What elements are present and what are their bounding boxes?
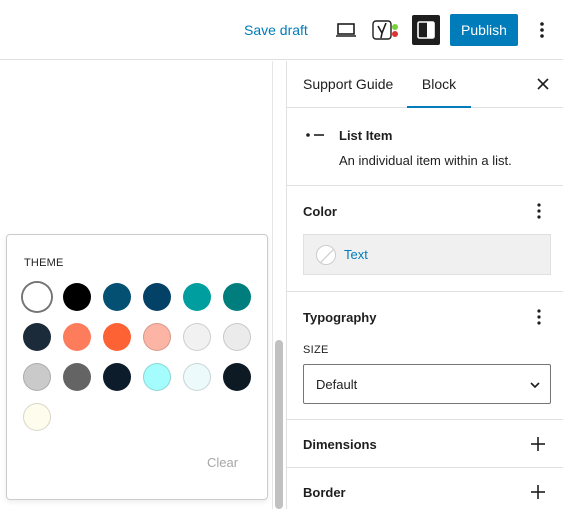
settings-sidebar: Support Guide Block List Item An individ… [286, 61, 563, 509]
size-label: SIZE [303, 344, 329, 356]
palette-heading: THEME [24, 257, 64, 269]
tab-support-guide[interactable]: Support Guide [303, 61, 393, 108]
plus-icon[interactable] [530, 436, 546, 452]
editor-scrollbar-thumb[interactable] [275, 340, 283, 509]
typography-panel-title: Typography [303, 310, 377, 325]
dimensions-panel[interactable]: Dimensions [287, 420, 563, 468]
tab-block[interactable]: Block [407, 61, 471, 108]
color-swatch[interactable] [143, 323, 171, 351]
editor-header: Save draft Publish [0, 0, 563, 60]
color-swatch[interactable] [63, 323, 91, 351]
save-draft-button[interactable]: Save draft [244, 20, 308, 40]
close-icon [537, 78, 549, 90]
border-panel[interactable]: Border [287, 468, 563, 509]
color-swatch[interactable] [143, 283, 171, 311]
settings-sidebar-toggle-button[interactable] [412, 15, 440, 45]
plus-icon[interactable] [530, 484, 546, 500]
color-swatch[interactable] [183, 323, 211, 351]
dimensions-panel-title: Dimensions [303, 437, 377, 452]
color-swatch[interactable] [103, 323, 131, 351]
block-title: List Item [339, 128, 393, 143]
color-panel-title: Color [303, 204, 337, 219]
color-indicator-icon [316, 245, 336, 265]
color-swatch[interactable] [223, 323, 251, 351]
chevron-down-icon [530, 382, 540, 389]
color-swatch[interactable] [23, 403, 51, 431]
more-vertical-icon [537, 309, 541, 325]
sidebar-toggle-icon [417, 21, 435, 39]
typography-options-button[interactable] [531, 307, 547, 327]
color-swatch[interactable] [23, 323, 51, 351]
color-swatch[interactable] [143, 363, 171, 391]
font-size-select[interactable]: Default [303, 364, 551, 404]
color-panel: Color Text [287, 186, 563, 292]
close-sidebar-button[interactable] [533, 74, 553, 94]
color-swatch[interactable] [223, 363, 251, 391]
sidebar-tabs: Support Guide Block [287, 61, 563, 108]
color-swatch[interactable] [103, 283, 131, 311]
color-swatch[interactable] [23, 363, 51, 391]
publish-button[interactable]: Publish [450, 14, 518, 46]
desktop-preview-icon[interactable] [334, 18, 358, 42]
color-options-button[interactable] [531, 201, 547, 221]
block-description: An individual item within a list. [339, 153, 512, 168]
text-color-item[interactable]: Text [303, 234, 551, 275]
color-swatch[interactable] [103, 363, 131, 391]
block-card: List Item An individual item within a li… [287, 108, 563, 186]
color-swatch[interactable] [63, 283, 91, 311]
clear-color-button[interactable]: Clear [207, 455, 238, 470]
color-swatch[interactable] [23, 283, 51, 311]
color-palette-popover: THEME Clear [6, 234, 268, 500]
border-panel-title: Border [303, 485, 346, 500]
options-menu-button[interactable] [532, 18, 552, 42]
color-swatch[interactable] [183, 283, 211, 311]
color-swatch[interactable] [63, 363, 91, 391]
typography-panel: Typography SIZE Default [287, 292, 563, 420]
font-size-value: Default [316, 377, 358, 392]
list-item-icon [306, 133, 324, 137]
color-swatch[interactable] [183, 363, 211, 391]
text-color-label: Text [344, 247, 368, 262]
more-vertical-icon [540, 22, 544, 38]
yoast-seo-icon[interactable] [370, 17, 402, 45]
color-swatch[interactable] [223, 283, 251, 311]
more-vertical-icon [537, 203, 541, 219]
